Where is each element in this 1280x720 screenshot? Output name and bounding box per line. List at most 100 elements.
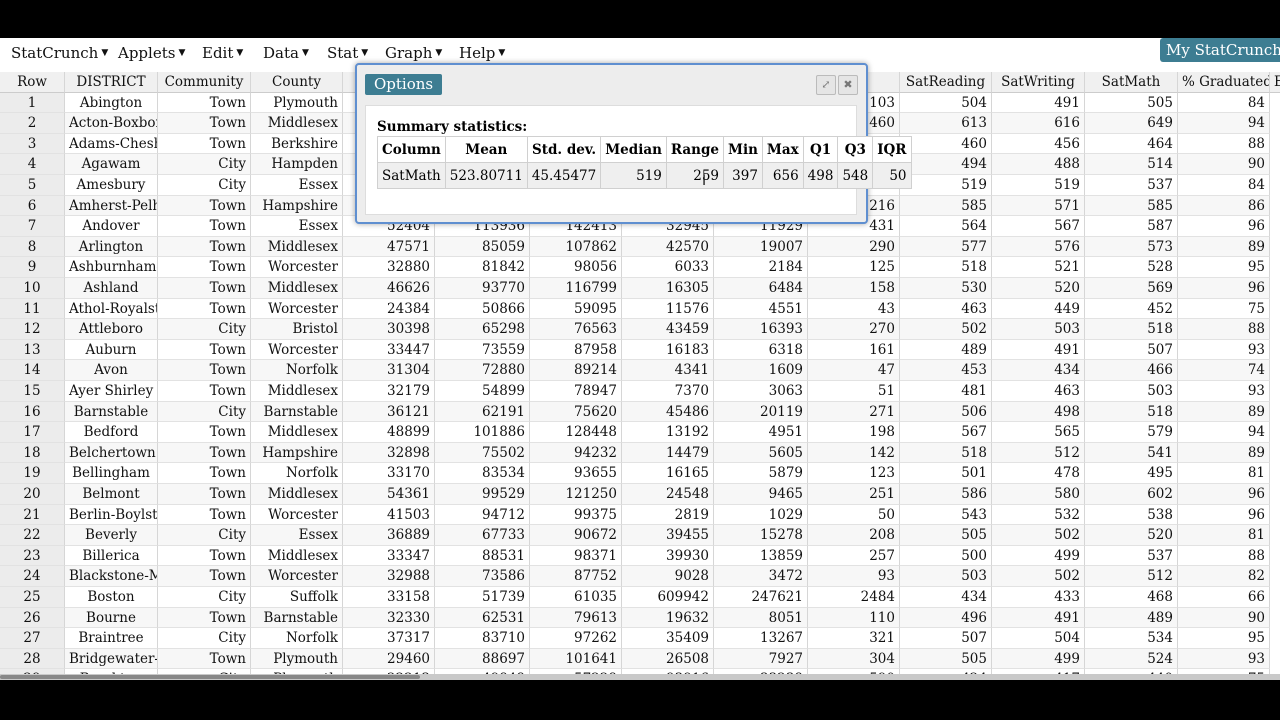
data-cell[interactable]: 48899 (343, 422, 435, 443)
row-number[interactable]: 23 (0, 545, 65, 567)
data-cell[interactable]: Town (158, 339, 251, 361)
data-cell[interactable]: 94712 (435, 504, 530, 526)
data-cell[interactable]: 85059 (435, 236, 530, 258)
data-cell[interactable]: Town (158, 236, 251, 258)
column-header[interactable]: % Graduated (1178, 72, 1270, 93)
data-cell[interactable]: 7370 (622, 381, 714, 402)
data-cell[interactable]: Plymouth (251, 92, 343, 114)
data-cell[interactable]: Barnstable (65, 401, 158, 423)
data-cell[interactable]: Attleboro (65, 319, 158, 340)
data-cell[interactable]: 19007 (714, 236, 808, 258)
data-cell[interactable]: Abington (65, 92, 158, 114)
data-cell[interactable]: 33347 (343, 545, 435, 567)
data-cell[interactable]: 585 (900, 195, 992, 217)
data-cell[interactable]: 101886 (435, 422, 530, 443)
data-cell[interactable]: 9028 (622, 566, 714, 587)
data-cell[interactable]: 512 (992, 442, 1085, 464)
data-cell[interactable]: 93 (1178, 339, 1270, 361)
data-cell[interactable]: 54361 (343, 484, 435, 505)
data-cell[interactable]: 257 (808, 545, 900, 567)
close-icon[interactable]: ✖ (838, 75, 858, 95)
data-cell[interactable]: 506 (900, 401, 992, 423)
data-cell[interactable]: Essex (251, 525, 343, 546)
data-cell[interactable]: 51739 (435, 587, 530, 608)
data-cell[interactable]: 502 (992, 525, 1085, 546)
data-cell[interactable]: Worcester (251, 298, 343, 320)
data-cell[interactable]: 86 (1178, 195, 1270, 217)
data-cell[interactable]: Billerica (65, 545, 158, 567)
data-cell[interactable]: Belchertown (65, 442, 158, 464)
data-cell[interactable]: 42570 (622, 236, 714, 258)
data-cell[interactable]: 505 (900, 525, 992, 546)
data-cell[interactable]: Town (158, 648, 251, 670)
data-cell[interactable]: 579 (1085, 422, 1178, 443)
data-cell[interactable]: 110 (808, 607, 900, 629)
data-cell[interactable]: 46626 (343, 278, 435, 299)
data-cell[interactable]: 90 (1178, 154, 1270, 175)
data-cell[interactable]: 567 (900, 422, 992, 443)
menu-help[interactable]: Help ▼ (459, 44, 505, 62)
data-cell[interactable]: 565 (992, 422, 1085, 443)
data-cell[interactable]: 13192 (622, 422, 714, 443)
data-cell[interactable]: Town (158, 278, 251, 299)
row-number[interactable]: 24 (0, 566, 65, 587)
data-cell[interactable]: 24548 (622, 484, 714, 505)
data-cell[interactable]: Middlesex (251, 545, 343, 567)
data-cell[interactable]: Middlesex (251, 484, 343, 505)
data-cell[interactable]: 2819 (622, 504, 714, 526)
row-number[interactable]: 11 (0, 298, 65, 320)
data-cell[interactable]: 514 (1085, 154, 1178, 175)
data-cell[interactable]: Avon (65, 360, 158, 381)
column-header[interactable]: DISTRICT (65, 72, 158, 93)
data-cell[interactable]: 98371 (530, 545, 622, 567)
data-cell[interactable]: 33447 (343, 339, 435, 361)
row-number[interactable]: 1 (0, 92, 65, 114)
data-cell[interactable]: Town (158, 442, 251, 464)
data-cell[interactable]: 464 (1085, 133, 1178, 155)
data-cell[interactable]: 99375 (530, 504, 622, 526)
data-cell[interactable]: 32330 (343, 607, 435, 629)
data-cell[interactable]: 481 (900, 381, 992, 402)
data-cell[interactable]: 107862 (530, 236, 622, 258)
data-cell[interactable]: 89 (1178, 401, 1270, 423)
data-cell[interactable]: 87752 (530, 566, 622, 587)
data-cell[interactable]: 290 (808, 236, 900, 258)
data-cell[interactable]: 198 (808, 422, 900, 443)
data-cell[interactable]: 3063 (714, 381, 808, 402)
row-number[interactable]: 28 (0, 648, 65, 670)
data-cell[interactable]: 31304 (343, 360, 435, 381)
data-cell[interactable]: 538 (1085, 504, 1178, 526)
data-cell[interactable]: 521 (992, 257, 1085, 278)
data-cell[interactable]: 507 (1085, 339, 1178, 361)
data-cell[interactable]: 61035 (530, 587, 622, 608)
row-number[interactable]: 26 (0, 607, 65, 629)
data-cell[interactable]: 20119 (714, 401, 808, 423)
menu-applets[interactable]: Applets ▼ (118, 44, 185, 62)
data-cell[interactable]: Town (158, 133, 251, 155)
data-cell[interactable]: 247621 (714, 587, 808, 608)
row-number[interactable]: 15 (0, 381, 65, 402)
data-cell[interactable]: 50866 (435, 298, 530, 320)
data-cell[interactable]: 95 (1178, 257, 1270, 278)
data-cell[interactable]: 66 (1178, 587, 1270, 608)
data-cell[interactable]: 84 (1178, 92, 1270, 114)
data-cell[interactable]: 251 (808, 484, 900, 505)
row-number[interactable]: 7 (0, 216, 65, 237)
data-cell[interactable]: 47 (808, 360, 900, 381)
data-cell[interactable]: 2184 (714, 257, 808, 278)
data-cell[interactable]: 491 (992, 607, 1085, 629)
data-cell[interactable]: 88697 (435, 648, 530, 670)
data-cell[interactable]: 3472 (714, 566, 808, 587)
data-cell[interactable]: 501 (900, 463, 992, 484)
data-cell[interactable]: Town (158, 607, 251, 629)
menu-statcrunch[interactable]: StatCrunch ▼ (11, 44, 108, 62)
data-cell[interactable]: Town (158, 216, 251, 237)
data-cell[interactable]: 577 (900, 236, 992, 258)
data-cell[interactable]: 96 (1178, 504, 1270, 526)
data-cell[interactable]: Blackstone-Mil (65, 566, 158, 587)
data-cell[interactable]: 79613 (530, 607, 622, 629)
data-cell[interactable]: 81842 (435, 257, 530, 278)
data-cell[interactable]: 32898 (343, 442, 435, 464)
data-cell[interactable]: 13267 (714, 628, 808, 649)
data-cell[interactable]: 43459 (622, 319, 714, 340)
